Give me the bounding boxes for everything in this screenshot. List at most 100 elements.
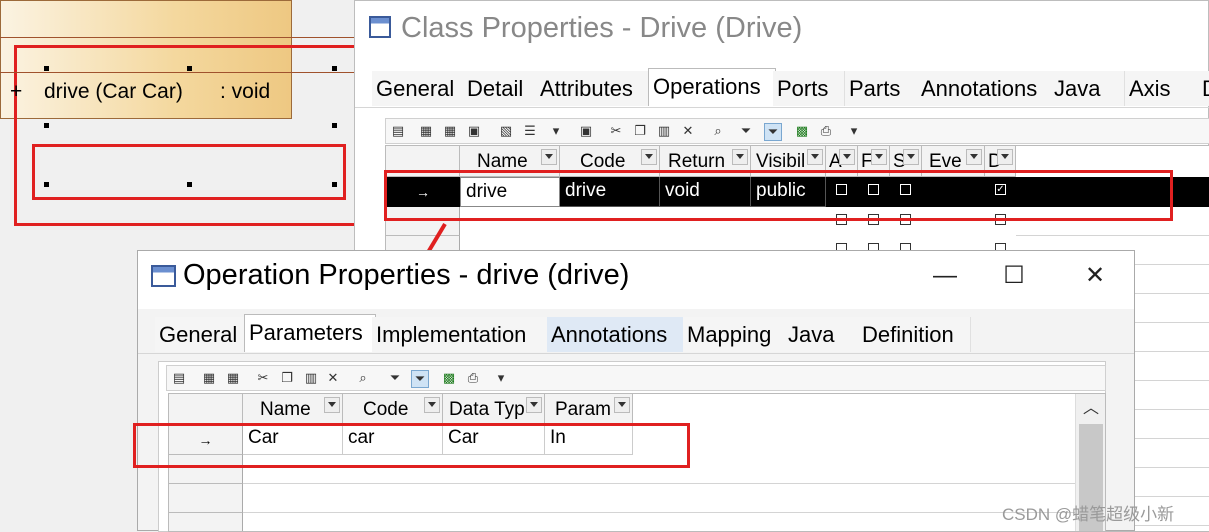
tab-java[interactable]: Java: [784, 317, 859, 352]
col-code-label: Code: [363, 399, 409, 420]
window-title: Class Properties - Drive (Drive): [401, 12, 803, 44]
col-visibility-dropdown-icon[interactable]: [807, 149, 823, 165]
paste-icon[interactable]: ▥: [303, 370, 319, 386]
col-param[interactable]: Param: [545, 394, 633, 425]
filter-icon[interactable]: ⏷: [738, 123, 754, 139]
filter-active-icon[interactable]: ⏷: [764, 123, 782, 141]
col-return-label: Return: [668, 151, 726, 172]
col-event-label: Eve: [929, 151, 962, 172]
resize-handle[interactable]: [187, 66, 192, 71]
tab-implementation[interactable]: Implementation: [372, 317, 549, 352]
tab-parts[interactable]: Parts: [845, 71, 920, 106]
add-row-icon[interactable]: ▦: [442, 123, 458, 139]
delete-icon[interactable]: ✕: [325, 370, 341, 386]
tab-detail[interactable]: Detail: [463, 71, 539, 106]
col-data-type-dropdown-icon[interactable]: [526, 397, 542, 413]
col-return-dropdown-icon[interactable]: [732, 149, 748, 165]
tab-java[interactable]: Java: [1050, 71, 1125, 106]
create-icon[interactable]: ▧: [498, 123, 514, 139]
filter-icon[interactable]: ⏷: [387, 370, 403, 386]
print-icon[interactable]: ⎙: [818, 123, 834, 139]
properties-icon[interactable]: ▤: [171, 370, 187, 386]
highlight-box-operation: [32, 144, 346, 200]
export-icon[interactable]: ▣: [578, 123, 594, 139]
tab-general[interactable]: General: [155, 317, 246, 352]
find-icon[interactable]: ⌕: [710, 123, 726, 139]
col-abstract-dropdown-icon[interactable]: [839, 149, 855, 165]
tab-operations[interactable]: Operations: [648, 68, 776, 106]
filter-active-icon[interactable]: ⏷: [411, 370, 429, 388]
paste-icon[interactable]: ▥: [656, 123, 672, 139]
col-data-type[interactable]: Data Typ: [443, 394, 545, 425]
cut-icon[interactable]: ✂: [608, 123, 624, 139]
tab-annotations[interactable]: Annotations: [917, 71, 1052, 106]
highlight-box-operation-row: [384, 170, 1173, 221]
window-app-icon: [151, 265, 176, 287]
resize-handle[interactable]: [332, 123, 337, 128]
col-event-dropdown-icon[interactable]: [966, 149, 982, 165]
tab-ports[interactable]: Ports: [773, 71, 845, 106]
find-icon[interactable]: ⌕: [355, 370, 371, 386]
insert-row-icon[interactable]: ▦: [418, 123, 434, 139]
col-name[interactable]: Name: [243, 394, 343, 425]
uml-op-signature[interactable]: drive (Car Car): [44, 80, 183, 104]
tab-annotations[interactable]: Annotations: [547, 317, 685, 352]
add-objects-icon[interactable]: ▣: [466, 123, 482, 139]
col-name-label: Name: [260, 399, 311, 420]
col-code-dropdown-icon[interactable]: [424, 397, 440, 413]
col-param-dropdown-icon[interactable]: [614, 397, 630, 413]
row-header: [169, 513, 243, 531]
col-code-label: Code: [580, 151, 626, 172]
uml-op-visibility: +: [10, 80, 23, 103]
copy-icon[interactable]: ❐: [632, 123, 648, 139]
cut-icon[interactable]: ✂: [255, 370, 271, 386]
col-name-dropdown-icon[interactable]: [541, 149, 557, 165]
toolbar: ▤ ▦ ▦ ▣ ▧ ☰ ▾ ▣ ✂ ❐ ▥ ✕ ⌕ ⏷ ⏷ ▩ ⎙ ▾: [385, 118, 1209, 144]
excel-icon[interactable]: ▩: [441, 370, 457, 386]
col-deprecated-dropdown-icon[interactable]: [997, 149, 1013, 165]
tab-d[interactable]: D: [1198, 71, 1209, 106]
maximize-button[interactable]: ☐: [994, 261, 1034, 291]
tab-mapping[interactable]: Mapping: [683, 317, 786, 352]
watermark: CSDN @蜡笔超级小新: [1002, 505, 1175, 524]
uml-op-return: : void: [220, 80, 271, 103]
col-param-label: Param: [555, 399, 611, 420]
tab-general[interactable]: General: [372, 71, 465, 106]
tab-attributes[interactable]: Attributes: [536, 71, 651, 106]
resize-handle[interactable]: [44, 66, 49, 71]
tab-axis[interactable]: Axis: [1125, 71, 1200, 106]
col-code[interactable]: Code: [343, 394, 443, 425]
list-icon[interactable]: ☰: [522, 123, 538, 139]
col-static-dropdown-icon[interactable]: [903, 149, 919, 165]
copy-icon[interactable]: ❐: [279, 370, 295, 386]
tab-parameters[interactable]: Parameters: [244, 314, 376, 352]
properties-icon[interactable]: ▤: [390, 123, 406, 139]
scroll-up-icon[interactable]: ︿: [1076, 396, 1105, 422]
highlight-box-parameter-row: [133, 423, 690, 468]
col-data-type-label: Data Typ: [449, 399, 525, 420]
tab-definition[interactable]: Definition: [858, 317, 971, 352]
delete-icon[interactable]: ✕: [680, 123, 696, 139]
col-code-dropdown-icon[interactable]: [641, 149, 657, 165]
more-dropdown-icon[interactable]: ▾: [846, 123, 862, 139]
dropdown-arrow-icon[interactable]: ▾: [548, 123, 564, 139]
col-name-label: Name: [477, 151, 528, 172]
col-name-dropdown-icon[interactable]: [324, 397, 340, 413]
col-visibility-label: Visibil: [756, 151, 806, 172]
window-app-icon: [369, 16, 391, 38]
col-final-dropdown-icon[interactable]: [871, 149, 887, 165]
close-button[interactable]: ✕: [1075, 261, 1115, 291]
more-dropdown-icon[interactable]: ▾: [493, 370, 509, 386]
resize-handle[interactable]: [44, 123, 49, 128]
excel-icon[interactable]: ▩: [794, 123, 810, 139]
print-icon[interactable]: ⎙: [465, 370, 481, 386]
resize-handle[interactable]: [332, 66, 337, 71]
operation-properties-window: Operation Properties - drive (drive) — ☐…: [137, 250, 1135, 532]
toolbar: ▤ ▦ ▦ ✂ ❐ ▥ ✕ ⌕ ⏷ ⏷ ▩ ⎙ ▾: [166, 365, 1106, 391]
tab-bar: General Parameters Implementation Annota…: [138, 314, 1134, 354]
add-row-icon[interactable]: ▦: [225, 370, 241, 386]
row-header: [169, 484, 243, 513]
insert-row-icon[interactable]: ▦: [201, 370, 217, 386]
minimize-button[interactable]: —: [925, 261, 965, 291]
grid-corner: [169, 394, 243, 425]
